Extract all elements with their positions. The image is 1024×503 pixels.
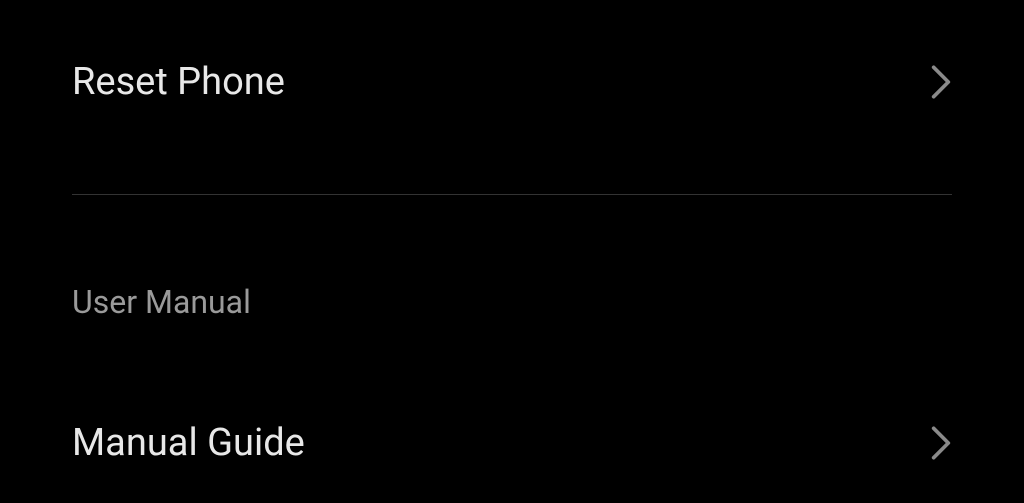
chevron-right-icon	[930, 63, 952, 101]
chevron-right-icon	[930, 424, 952, 462]
reset-phone-label: Reset Phone	[72, 60, 285, 104]
manual-guide-item[interactable]: Manual Guide	[72, 341, 952, 495]
manual-guide-label: Manual Guide	[72, 421, 305, 465]
section-header-user-manual: User Manual	[72, 195, 952, 341]
settings-list: Reset Phone User Manual Manual Guide	[0, 0, 1024, 495]
reset-phone-item[interactable]: Reset Phone	[72, 0, 952, 134]
